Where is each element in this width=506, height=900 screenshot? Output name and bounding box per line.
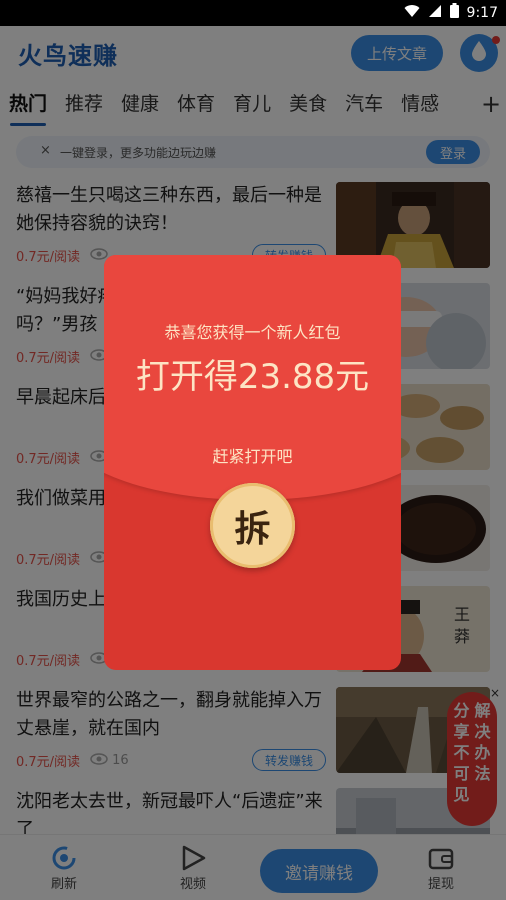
open-red-packet-button[interactable]: 拆: [210, 483, 295, 568]
red-packet-congrats: 恭喜您获得一个新人红包: [164, 323, 341, 342]
signal-icon: [428, 4, 442, 22]
wifi-icon: [404, 4, 420, 22]
red-packet-hint: 赶紧打开吧: [212, 447, 293, 466]
red-packet-amount: 打开得23.88元: [135, 357, 370, 397]
clock-time: 9:17: [466, 4, 498, 21]
status-bar: 9:17: [0, 0, 506, 26]
battery-icon: [449, 3, 459, 22]
red-packet-dialog: 恭喜您获得一个新人红包 打开得23.88元 赶紧打开吧 拆: [104, 255, 401, 670]
